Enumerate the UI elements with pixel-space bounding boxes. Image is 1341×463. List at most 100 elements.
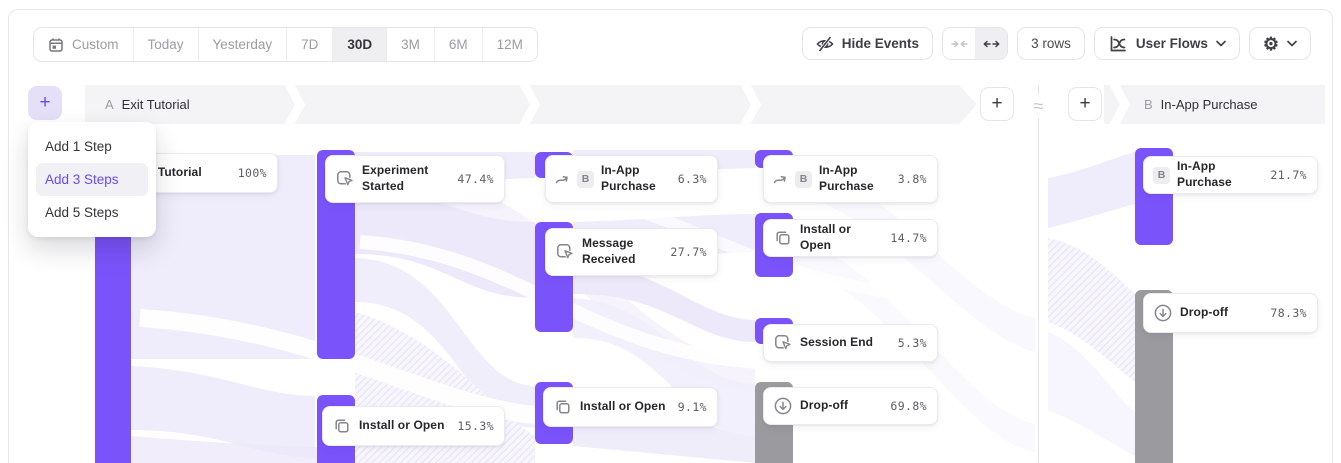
- date-range-today[interactable]: Today: [133, 28, 198, 61]
- flow-node-install-or-open-15[interactable]: Install or Open 15.3%: [322, 406, 505, 446]
- date-range-7d[interactable]: 7D: [286, 28, 332, 61]
- flow-node-experiment-started[interactable]: Experiment Started 47.4%: [325, 155, 505, 203]
- gear-icon: ⚙: [1263, 35, 1279, 53]
- menu-item-add-5-steps[interactable]: Add 5 Steps: [36, 196, 148, 229]
- date-range-group: Custom Today Yesterday 7D 30D 3M 6M 12M: [33, 27, 538, 62]
- date-range-label: Today: [148, 37, 184, 52]
- flow-node-install-or-open-9[interactable]: Install or Open 9.1%: [543, 387, 718, 427]
- flow-node-in-app-purchase-6[interactable]: BIn-App Purchase6.3%: [545, 155, 718, 203]
- chevron-down-icon: [1216, 40, 1226, 47]
- hide-events-button[interactable]: Hide Events: [802, 27, 933, 60]
- flow-node-session-end[interactable]: Session End 5.3%: [763, 324, 938, 362]
- date-range-label: Custom: [72, 37, 119, 52]
- expand-columns-button[interactable]: [975, 28, 1007, 59]
- calendar-icon: [48, 37, 64, 53]
- flow-node-in-app-purchase-3[interactable]: B In-App Purchase 3.8%: [763, 155, 938, 203]
- action-icon: [555, 242, 575, 262]
- date-range-6m[interactable]: 6M: [434, 28, 482, 61]
- flow-node-in-app-purchase-21[interactable]: B In-App Purchase 21.7%: [1143, 156, 1318, 194]
- user-flows-app: Custom Today Yesterday 7D 30D 3M 6M 12M Hide Ev…: [0, 0, 1341, 463]
- node-percent: 100%: [238, 166, 267, 180]
- journey-a-name: Exit Tutorial: [122, 97, 190, 112]
- journey-band-a[interactable]: A Exit Tutorial: [85, 85, 977, 124]
- flow-node-drop-off-69[interactable]: Drop-off 69.8%: [763, 387, 938, 425]
- view-selector-label: User Flows: [1136, 36, 1208, 51]
- node-percent: 27.7%: [670, 245, 707, 259]
- date-range-3m[interactable]: 3M: [386, 28, 434, 61]
- collapse-columns-button[interactable]: [943, 28, 975, 59]
- band-chevron: [741, 85, 763, 124]
- journey-b-name: In-App Purchase: [1161, 97, 1258, 112]
- panel-separator-icon: ≈: [1026, 94, 1051, 118]
- hide-events-label: Hide Events: [842, 36, 919, 51]
- flow-node-install-or-open-14[interactable]: Install or Open 14.7%: [763, 219, 938, 257]
- node-percent: 15.3%: [457, 419, 494, 433]
- menu-item-add-1-step[interactable]: Add 1 Step: [36, 130, 148, 163]
- node-percent: 69.8%: [890, 399, 927, 413]
- node-percent: 9.1%: [678, 400, 707, 414]
- window-icon: [332, 416, 352, 436]
- node-percent: 6.3%: [678, 172, 707, 186]
- node-label: In-App Purchase: [601, 163, 671, 194]
- flow-node-message-received[interactable]: Message Received 27.7%: [545, 228, 718, 276]
- node-label: Session End: [800, 335, 873, 351]
- date-range-label: 6M: [449, 37, 468, 52]
- window-icon: [553, 397, 573, 417]
- date-range-12m[interactable]: 12M: [482, 28, 537, 61]
- dropoff-icon: [1153, 303, 1173, 323]
- date-range-custom[interactable]: Custom: [34, 28, 133, 61]
- menu-item-add-3-steps[interactable]: Add 3 Steps: [36, 163, 148, 196]
- add-steps-menu: Add 1 StepAdd 3 StepsAdd 5 Steps: [28, 122, 156, 237]
- node-label: Drop-off: [800, 398, 848, 414]
- journey-b-letter: B: [1144, 97, 1153, 112]
- window-icon: [773, 228, 793, 248]
- node-percent: 14.7%: [890, 231, 927, 245]
- date-range-label: 30D: [347, 37, 372, 52]
- panel-divider: [1038, 85, 1039, 463]
- rows-label: 3 rows: [1031, 36, 1071, 51]
- node-percent: 21.7%: [1270, 168, 1307, 182]
- toolbar: Custom Today Yesterday 7D 30D 3M 6M 12M Hide Ev…: [0, 0, 1341, 70]
- journey-badge: B: [795, 171, 812, 188]
- add-step-b-button[interactable]: +: [1068, 87, 1102, 121]
- node-label: In-App Purchase: [819, 163, 891, 194]
- journey-badge: B: [1153, 167, 1170, 184]
- settings-button[interactable]: ⚙: [1249, 27, 1311, 60]
- column-width-toggle: [942, 27, 1008, 60]
- node-label: Install or Open: [580, 399, 666, 415]
- user-flows-icon: [1108, 34, 1128, 54]
- collapse-icon: [951, 38, 968, 50]
- node-label: In-App Purchase: [1177, 159, 1263, 190]
- node-label: Message Received: [582, 236, 654, 267]
- journey-band-b[interactable]: B In-App Purchase: [1104, 85, 1325, 124]
- flow-arrow-icon: [555, 173, 570, 186]
- date-range-label: 7D: [301, 37, 318, 52]
- band-chevron: [285, 85, 307, 124]
- eye-off-icon: [816, 35, 834, 53]
- node-label: Experiment Started: [362, 163, 434, 194]
- dropoff-icon: [773, 396, 793, 416]
- date-range-yesterday[interactable]: Yesterday: [198, 28, 287, 61]
- date-range-30d[interactable]: 30D: [332, 28, 386, 61]
- node-label: Install or Open: [800, 222, 883, 253]
- date-range-label: 3M: [401, 37, 420, 52]
- add-step-button[interactable]: +: [28, 86, 62, 120]
- action-icon: [773, 333, 793, 353]
- flow-arrow-icon: [773, 173, 788, 186]
- action-icon: [335, 169, 355, 189]
- band-chevron: [1110, 85, 1132, 124]
- node-percent: 3.8%: [898, 172, 927, 186]
- band-chevron: [520, 85, 542, 124]
- date-range-label: 12M: [497, 37, 523, 52]
- flow-node-drop-off-78[interactable]: Drop-off78.3%: [1143, 293, 1318, 333]
- view-selector-button[interactable]: User Flows: [1094, 27, 1240, 60]
- chevron-down-icon: [1287, 40, 1297, 47]
- node-percent: 78.3%: [1270, 306, 1307, 320]
- date-range-label: Yesterday: [213, 37, 273, 52]
- node-percent: 5.3%: [898, 336, 927, 350]
- rows-button[interactable]: 3 rows: [1017, 27, 1085, 60]
- add-step-end-button[interactable]: +: [980, 87, 1014, 121]
- node-label: Install or Open: [359, 418, 445, 434]
- node-percent: 47.4%: [457, 172, 494, 186]
- expand-icon: [983, 38, 1000, 50]
